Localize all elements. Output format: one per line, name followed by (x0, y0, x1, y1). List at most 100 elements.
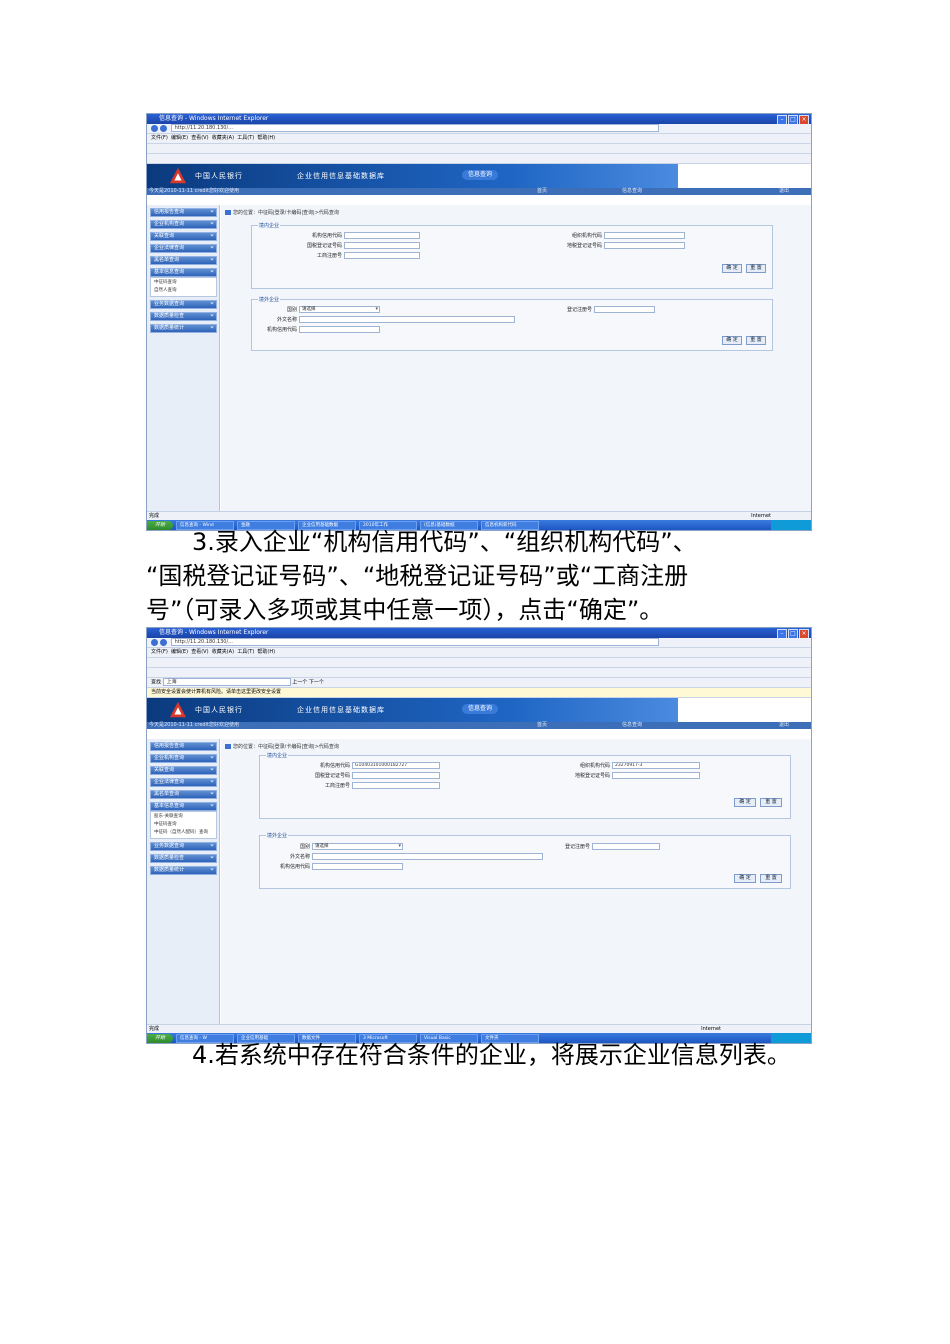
sidebar-item-business[interactable]: 业务数据查询 (150, 842, 217, 851)
security-infobar[interactable]: 当前安全设置会使计算机有风险。请单击这里更改安全设置 (147, 688, 811, 698)
security-notice: 当前安全设置会使计算机有风险。请单击这里更改安全设置 (151, 689, 282, 695)
reset-button[interactable]: 重 置 (746, 264, 766, 273)
sidebar-item-credit-report[interactable]: 信用报告查询 (150, 742, 217, 751)
org-code-input[interactable] (604, 232, 685, 239)
ok-button[interactable]: 确 定 (722, 264, 742, 273)
address-input[interactable]: http://11.20.180.130/... (170, 638, 659, 646)
user-stripe: 今天是2010-11-11 credit您好欢迎使用 首页 信息查询 退出 (147, 188, 811, 195)
tabs-bar (147, 668, 811, 678)
menu-tools[interactable]: 工具(T) (237, 649, 254, 655)
menu-file[interactable]: 文件(F) (151, 649, 168, 655)
reset-button[interactable]: 重 置 (760, 798, 782, 807)
ok-button[interactable]: 确 定 (734, 798, 756, 807)
sidebar-item-legal[interactable]: 企业法律查询 (150, 244, 217, 253)
sidebar-item-blacklist[interactable]: 黑名单查询 (150, 256, 217, 265)
sidebar-submenu: 中征码查询 自然人查询 (150, 277, 217, 297)
business-reg-input[interactable] (352, 782, 440, 789)
sidebar-item-quality-check[interactable]: 数据质量检查 (150, 312, 217, 321)
ok-button[interactable]: 确 定 (734, 874, 756, 883)
national-tax-input[interactable] (344, 242, 420, 249)
status-bar: 完成 Internet (147, 1024, 811, 1033)
local-tax-input[interactable] (604, 242, 685, 249)
menu-favorites[interactable]: 收藏夹(A) (212, 135, 234, 141)
sidebar-item-business[interactable]: 业务数据查询 (150, 300, 217, 309)
reg-no-label: 登记注册号 (566, 307, 592, 313)
submenu-item[interactable]: 中征码查询 (154, 821, 213, 829)
sidebar-item-related[interactable]: 关联查询 (150, 232, 217, 241)
system-tray[interactable] (771, 520, 811, 530)
foreign-credit-code-input[interactable] (299, 326, 380, 333)
sidebar-item-credit-report[interactable]: 信用报告查询 (150, 208, 217, 217)
sidebar-item-basic[interactable]: 基本信息查询 (150, 268, 217, 277)
menu-help[interactable]: 帮助(H) (257, 135, 275, 141)
org-code-input[interactable]: 23270917-3 (612, 762, 700, 769)
banner-org: 中国人民银行 (195, 172, 243, 180)
nav-home[interactable]: 首页 (537, 722, 547, 729)
foreign-credit-code-input[interactable] (312, 863, 403, 870)
sidebar-item-org[interactable]: 企业机构查询 (150, 220, 217, 229)
sidebar-item-org[interactable]: 企业机构查询 (150, 754, 217, 763)
find-next-button[interactable]: 下一个 (309, 680, 324, 686)
address-input[interactable]: http://11.20.180.130/... (170, 124, 659, 132)
menu-edit[interactable]: 编辑(E) (171, 135, 188, 141)
sidebar-item-blacklist[interactable]: 黑名单查询 (150, 790, 217, 799)
country-select[interactable]: 请选择 (299, 306, 380, 313)
menu-view[interactable]: 查看(V) (191, 649, 208, 655)
menu-bar: 文件(F) 编辑(E) 查看(V) 收藏夹(A) 工具(T) 帮助(H) (147, 134, 811, 144)
national-tax-input[interactable] (352, 772, 440, 779)
nav-home[interactable]: 首页 (537, 188, 547, 195)
find-prev-button[interactable]: 上一个 (292, 680, 307, 686)
menu-edit[interactable]: 编辑(E) (171, 649, 188, 655)
nav-query[interactable]: 信息查询 (622, 188, 642, 195)
start-button[interactable]: 开始 (147, 520, 173, 530)
menu-tools[interactable]: 工具(T) (237, 135, 254, 141)
reset-button[interactable]: 重 置 (746, 336, 766, 345)
back-icon[interactable] (151, 124, 158, 132)
local-tax-label: 地税登记证号码 (574, 773, 610, 779)
back-icon[interactable] (151, 638, 158, 646)
credit-code-input[interactable] (344, 232, 420, 239)
sidebar-item-legal[interactable]: 企业法律查询 (150, 778, 217, 787)
credit-code-input[interactable]: G10403101000182727 (352, 762, 440, 769)
submenu-item[interactable]: 中征码（自然人配码）查询 (154, 829, 213, 837)
submenu-item[interactable]: 自然人查询 (154, 287, 213, 295)
sidebar-item-quality-check[interactable]: 数据质量检查 (150, 854, 217, 863)
menu-favorites[interactable]: 收藏夹(A) (212, 649, 234, 655)
app-body: 信用报告查询 企业机构查询 关联查询 企业法律查询 黑名单查询 基本信息查询 中… (147, 205, 811, 512)
nav-logout[interactable]: 退出 (779, 188, 789, 195)
banner-org: 中国人民银行 (195, 706, 243, 714)
credit-code-label: 机构信用代码 (319, 763, 350, 769)
business-reg-input[interactable] (344, 252, 420, 259)
nav-query[interactable]: 信息查询 (622, 722, 642, 729)
banner-center-label: 信息查询 (462, 170, 498, 180)
menu-help[interactable]: 帮助(H) (257, 649, 275, 655)
business-reg-label: 工商注册号 (316, 253, 342, 259)
banner-center-label: 信息查询 (462, 704, 498, 714)
submenu-item[interactable]: 股东-关联查询 (154, 813, 213, 821)
submenu-item[interactable]: 中征码查询 (154, 279, 213, 287)
reset-button[interactable]: 重 置 (760, 874, 782, 883)
sidebar-item-related[interactable]: 关联查询 (150, 766, 217, 775)
reg-no-input[interactable] (592, 843, 660, 850)
reg-no-input[interactable] (594, 306, 655, 313)
menu-view[interactable]: 查看(V) (191, 135, 208, 141)
forward-icon[interactable] (160, 124, 167, 132)
ok-button[interactable]: 确 定 (722, 336, 742, 345)
local-tax-input[interactable] (612, 772, 700, 779)
country-select[interactable]: 请选择 (312, 843, 403, 850)
menu-file[interactable]: 文件(F) (151, 135, 168, 141)
foreign-name-input[interactable] (299, 316, 515, 323)
start-button[interactable]: 开始 (147, 1033, 173, 1043)
sidebar-item-quality-stats[interactable]: 数据质量统计 (150, 324, 217, 333)
country-label: 国别 (299, 844, 310, 850)
foreign-name-input[interactable] (312, 853, 543, 860)
app-body: 信用报告查询 企业机构查询 关联查询 企业法律查询 黑名单查询 基本信息查询 股… (147, 739, 811, 1025)
forward-icon[interactable] (160, 638, 167, 646)
nav-logout[interactable]: 退出 (779, 722, 789, 729)
sidebar: 信用报告查询 企业机构查询 关联查询 企业法律查询 黑名单查询 基本信息查询 股… (147, 739, 220, 1025)
sidebar-item-basic[interactable]: 基本信息查询 (150, 802, 217, 811)
status-bar: 完成 Internet (147, 511, 811, 520)
sidebar-item-quality-stats[interactable]: 数据质量统计 (150, 866, 217, 875)
status-text: 完成 (149, 513, 160, 519)
find-input[interactable]: 上海 (162, 678, 291, 686)
